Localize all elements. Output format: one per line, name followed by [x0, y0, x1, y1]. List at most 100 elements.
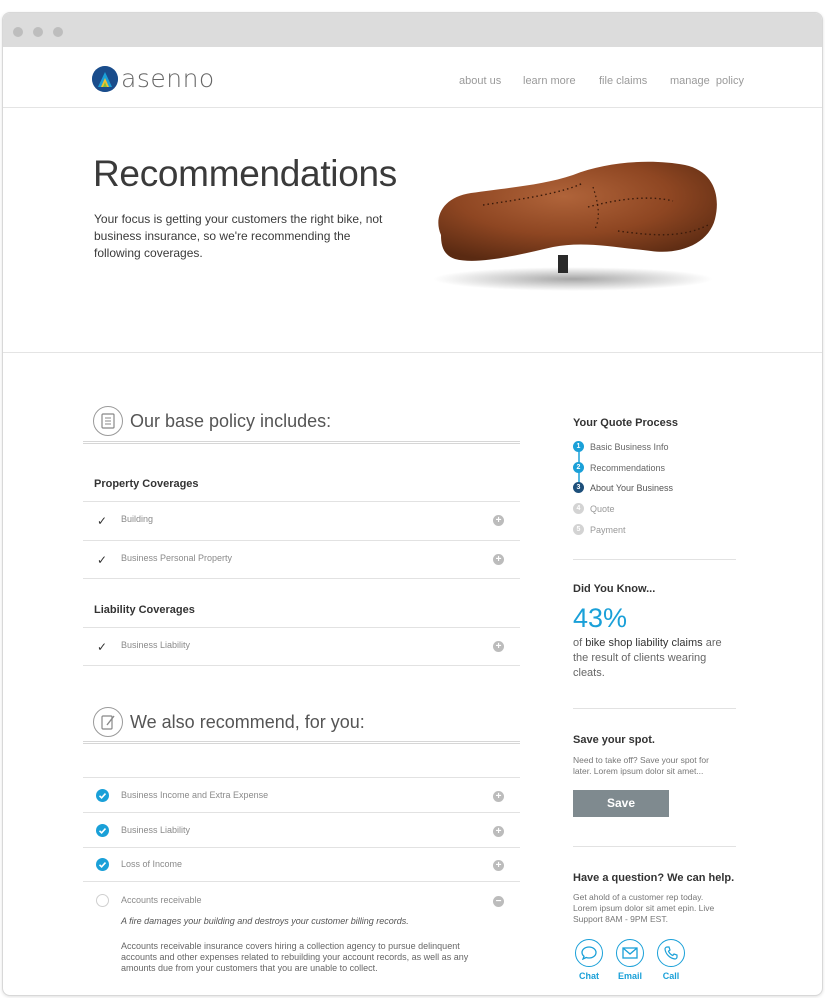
window-minimize-dot[interactable] — [33, 27, 43, 37]
stat-value: 43% — [573, 603, 628, 633]
expand-plus-icon[interactable]: + — [493, 641, 504, 652]
recommend-heading: We also recommend, for you: — [93, 707, 365, 737]
chat-bubble-icon — [575, 939, 603, 967]
quote-step-5: 5 Payment — [573, 524, 626, 535]
did-you-know-title: Did You Know... — [573, 583, 656, 595]
bike-saddle-image — [433, 161, 717, 291]
coverage-row-business-liability: ✓ Business Liability + — [83, 628, 520, 664]
divider — [573, 559, 736, 560]
divider — [573, 846, 736, 847]
envelope-icon — [616, 939, 644, 967]
email-label: Email — [617, 971, 642, 981]
quote-process-title: Your Quote Process — [573, 417, 678, 429]
step-label: Basic Business Info — [590, 441, 669, 452]
save-button[interactable]: Save — [573, 790, 669, 817]
window-close-dot[interactable] — [13, 27, 23, 37]
divider — [83, 665, 520, 666]
expand-plus-icon[interactable]: + — [493, 860, 504, 871]
coverage-row-business-personal-property: ✓ Business Personal Property + — [83, 541, 520, 577]
coverage-example: A fire damages your building and destroy… — [121, 916, 409, 926]
did-you-know: Did You Know... 43% of bike shop liabili… — [573, 583, 736, 681]
brand-logo[interactable]: asenno — [92, 64, 215, 93]
browser-window: asenno about us learn more file claims m… — [2, 12, 823, 996]
nav-about-us[interactable]: about us — [459, 75, 501, 87]
quote-step-4: 4 Quote — [573, 503, 615, 514]
expand-plus-icon[interactable]: + — [493, 554, 504, 565]
quote-step-3[interactable]: 3 About Your Business — [573, 482, 673, 493]
recommend-label: Business Liability — [121, 825, 191, 835]
logo-mark-icon — [92, 65, 118, 92]
expand-plus-icon[interactable]: + — [493, 791, 504, 802]
nav-learn-more[interactable]: learn more — [523, 75, 576, 87]
divider — [573, 708, 736, 709]
quote-step-1[interactable]: 1 Basic Business Info — [573, 441, 669, 452]
divider — [83, 578, 520, 579]
save-panel: Save your spot. Need to take off? Save y… — [573, 734, 736, 817]
hero-section: Recommendations Your focus is getting yo… — [3, 109, 822, 353]
unchecked-circle-icon[interactable] — [96, 894, 109, 907]
checked-circle-icon[interactable] — [96, 824, 109, 837]
pencil-note-icon — [93, 707, 123, 737]
step-number: 4 — [573, 503, 584, 514]
window-titlebar — [3, 13, 822, 47]
window-maximize-dot[interactable] — [53, 27, 63, 37]
quote-step-2[interactable]: 2 Recommendations — [573, 462, 665, 473]
checkmark-icon: ✓ — [97, 640, 108, 654]
liability-coverages-heading: Liability Coverages — [94, 604, 195, 616]
save-text: Need to take off? Save your spot for lat… — [573, 755, 709, 776]
save-title: Save your spot. — [573, 734, 655, 746]
stat-text-bold: bike shop liability claims — [585, 637, 703, 649]
coverage-label: Business Liability — [121, 640, 191, 650]
document-icon — [93, 406, 123, 436]
contact-options: Chat Email Call — [573, 939, 736, 983]
coverage-label: Business Personal Property — [121, 553, 233, 563]
help-panel: Have a question? We can help. Get ahold … — [573, 872, 736, 983]
coverage-label: Building — [121, 514, 154, 524]
hero-description: Your focus is getting your customers the… — [94, 212, 383, 260]
recommend-row[interactable]: Loss of Income + — [83, 847, 520, 883]
checked-circle-icon[interactable] — [96, 789, 109, 802]
step-number: 5 — [573, 524, 584, 535]
recommend-row[interactable]: Business Liability + — [83, 813, 520, 849]
phone-icon — [657, 939, 685, 967]
step-label: About Your Business — [590, 482, 674, 493]
stat-text-pre: of — [573, 637, 583, 649]
nav-file-claims[interactable]: file claims — [599, 75, 647, 87]
recommend-row[interactable]: Accounts receivable − — [83, 883, 520, 919]
base-policy-title: Our base policy includes: — [130, 410, 332, 431]
expand-plus-icon[interactable]: + — [493, 515, 504, 526]
recommend-label: Business Income and Extra Expense — [121, 790, 269, 800]
recommend-row[interactable]: Business Income and Extra Expense + — [83, 778, 520, 814]
chat-button[interactable]: Chat — [575, 939, 603, 981]
nav-manage-policy[interactable]: manage policy — [670, 75, 744, 87]
help-title: Have a question? We can help. — [573, 872, 735, 884]
collapse-minus-icon[interactable]: − — [493, 896, 504, 907]
call-button[interactable]: Call — [657, 939, 685, 981]
step-label: Recommendations — [590, 462, 666, 473]
recommend-title: We also recommend, for you: — [130, 711, 365, 732]
divider — [83, 741, 520, 744]
recommend-label: Accounts receivable — [121, 895, 202, 905]
coverage-description: Accounts receivable insurance covers hir… — [121, 941, 469, 973]
recommend-label: Loss of Income — [121, 859, 183, 869]
checkmark-icon: ✓ — [97, 553, 108, 567]
step-number: 2 — [573, 462, 584, 473]
checkmark-icon: ✓ — [97, 514, 108, 528]
property-coverages-heading: Property Coverages — [94, 478, 199, 490]
step-label: Payment — [590, 524, 626, 535]
help-text: Get ahold of a customer rep today. Lorem… — [573, 892, 715, 924]
step-number: 1 — [573, 441, 584, 452]
step-number: 3 — [573, 482, 584, 493]
call-label: Call — [662, 971, 680, 981]
divider — [83, 441, 520, 444]
divider — [83, 881, 520, 882]
quote-process: Your Quote Process 1 Basic Business Info… — [573, 417, 736, 535]
brand-name: asenno — [121, 64, 215, 93]
base-policy-heading: Our base policy includes: — [93, 406, 331, 436]
expand-plus-icon[interactable]: + — [493, 826, 504, 837]
email-button[interactable]: Email — [616, 939, 644, 981]
checked-circle-icon[interactable] — [96, 858, 109, 871]
site-header: asenno about us learn more file claims m… — [3, 47, 822, 108]
chat-label: Chat — [579, 971, 599, 981]
stat-text: of bike shop liability claims are the re… — [573, 636, 723, 681]
